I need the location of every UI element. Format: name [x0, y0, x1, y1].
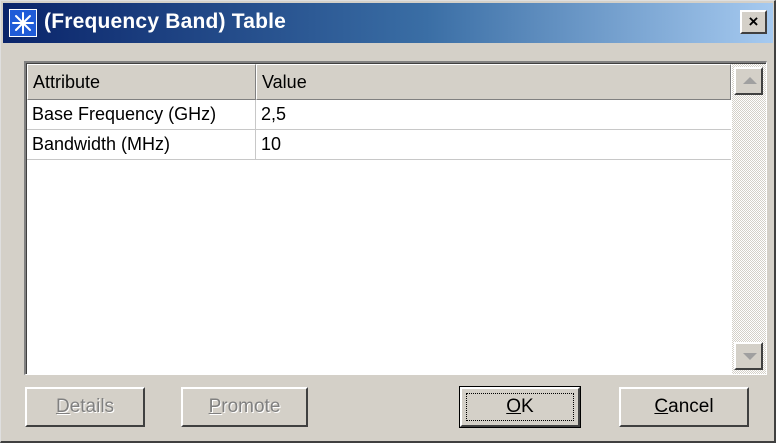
attribute-cell: Bandwidth (MHz) [27, 130, 256, 159]
promote-button[interactable]: Promote [181, 387, 308, 427]
scroll-up-button[interactable] [734, 67, 763, 95]
table-row[interactable]: Bandwidth (MHz) 10 [27, 130, 731, 160]
arrow-up-icon [743, 77, 757, 84]
column-header-value[interactable]: Value [256, 64, 731, 100]
value-cell[interactable]: 10 [256, 130, 731, 159]
attribute-cell: Base Frequency (GHz) [27, 100, 256, 129]
cancel-button[interactable]: Cancel [619, 387, 749, 427]
attribute-table: Attribute Value Base Frequency (GHz) 2,5… [24, 61, 767, 375]
close-icon: × [748, 12, 759, 31]
table-header: Attribute Value [27, 64, 731, 100]
value-cell[interactable]: 2,5 [256, 100, 731, 129]
starburst-icon [9, 9, 37, 37]
close-button[interactable]: × [740, 10, 767, 34]
table-row[interactable]: Base Frequency (GHz) 2,5 [27, 100, 731, 130]
window-title: (Frequency Band) Table [44, 10, 287, 33]
vertical-scrollbar[interactable] [732, 64, 766, 374]
column-header-attribute[interactable]: Attribute [27, 64, 256, 100]
ok-button[interactable]: OK [459, 386, 581, 428]
scroll-down-button[interactable] [734, 342, 763, 370]
dialog-window: (Frequency Band) Table × Attribute Value… [0, 0, 776, 443]
title-bar[interactable]: (Frequency Band) Table × [3, 3, 773, 43]
details-button[interactable]: Details [25, 387, 145, 427]
arrow-down-icon [743, 353, 757, 360]
